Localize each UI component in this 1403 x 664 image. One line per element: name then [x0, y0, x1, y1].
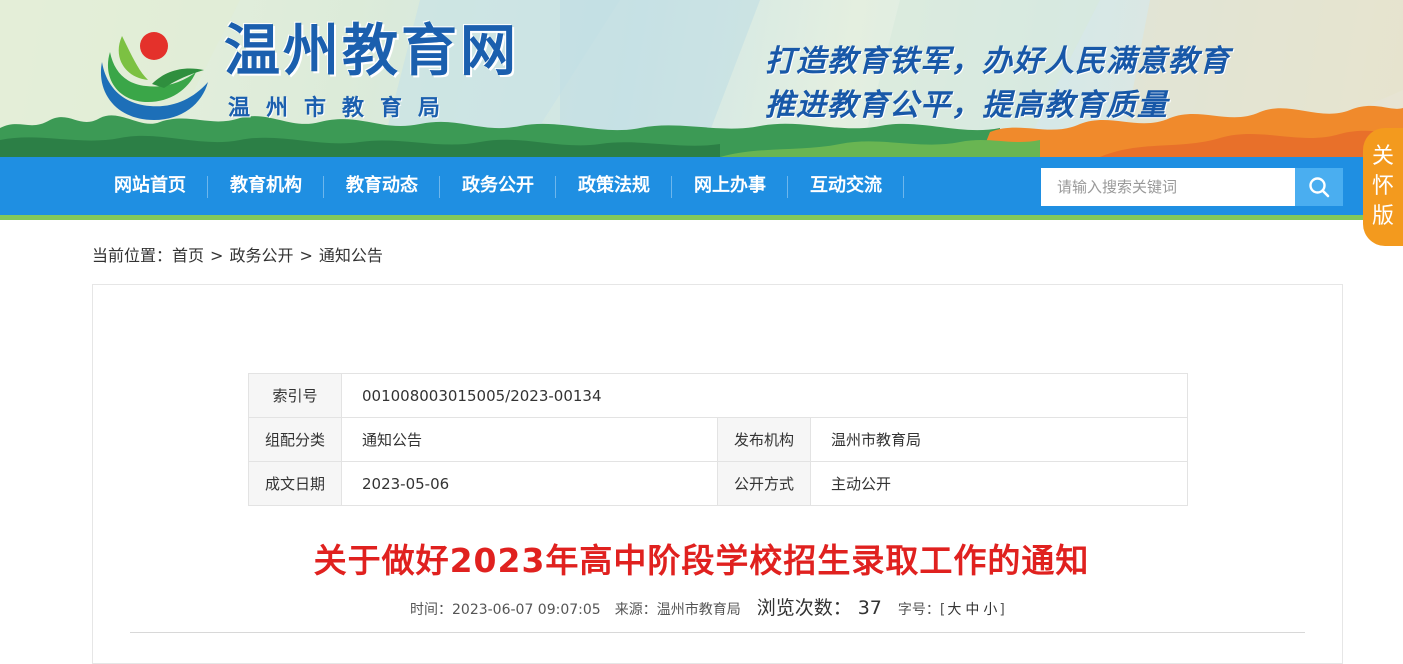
- nav-item-home[interactable]: 网站首页: [92, 157, 208, 215]
- category-label: 组配分类: [248, 417, 342, 462]
- table-row: 索引号 001008003015005/2023-00134: [248, 373, 1188, 418]
- article-title: 关于做好2023年高中阶段学校招生录取工作的通知: [313, 541, 1090, 580]
- font-size-medium-button[interactable]: 中: [965, 599, 979, 619]
- breadcrumb-home-link[interactable]: 首页: [172, 246, 204, 265]
- nav-item-government-affairs[interactable]: 政务公开: [440, 157, 556, 215]
- disclosure-method-value: 主动公开: [810, 461, 1188, 506]
- document-date-value: 2023-05-06: [341, 461, 718, 506]
- slogan-line-1: 打造教育铁军，办好人民满意教育: [765, 44, 1230, 79]
- disclosure-method-label: 公开方式: [717, 461, 811, 506]
- breadcrumb-notices-link[interactable]: 通知公告: [319, 246, 383, 265]
- font-size-small-button[interactable]: 小: [983, 599, 997, 619]
- breadcrumb-separator: >: [299, 246, 313, 265]
- article-meta: 时间： 2023-06-07 09:07:05 来源： 温州市教育局 浏览次数：…: [410, 593, 1005, 620]
- nav-item-institutions[interactable]: 教育机构: [208, 157, 324, 215]
- site-name: 温州教育网: [224, 19, 519, 84]
- divider: [130, 632, 1305, 633]
- slogan-line-2: 推进教育公平，提高教育质量: [765, 88, 1168, 123]
- views-count: 37: [857, 597, 882, 619]
- header-banner: 温州教育网 温州市教育局 打造教育铁军，办好人民满意教育 推进教育公平，提高教育…: [0, 0, 1403, 157]
- breadcrumb: 当前位置：首页 > 政务公开 > 通知公告: [92, 242, 383, 266]
- breadcrumb-prefix: 当前位置：: [92, 246, 173, 265]
- font-size-large-button[interactable]: 大: [947, 599, 961, 619]
- care-mode-button[interactable]: 关 怀 版: [1363, 128, 1403, 246]
- time-value: 2023-06-07 09:07:05: [452, 602, 601, 618]
- source-value: 温州市教育局: [656, 602, 741, 618]
- index-number-value: 001008003015005/2023-00134: [341, 373, 1188, 418]
- time-label: 时间：: [410, 602, 452, 618]
- nav-item-policies[interactable]: 政策法规: [556, 157, 672, 215]
- care-mode-char-1: 关: [1371, 144, 1394, 169]
- nav-item-interaction[interactable]: 互动交流: [788, 157, 904, 215]
- search-button[interactable]: [1295, 168, 1343, 206]
- care-mode-char-2: 怀: [1371, 174, 1394, 199]
- source-label: 来源：: [614, 602, 657, 618]
- document-info-table: 索引号 001008003015005/2023-00134 组配分类 通知公告…: [248, 373, 1188, 506]
- font-size-bracket-open: [: [939, 602, 946, 618]
- main-nav: 网站首页 教育机构 教育动态 政务公开 政策法规 网上办事 互动交流: [0, 157, 1403, 220]
- site-subtitle: 温州市教育局: [228, 96, 457, 121]
- sun-over-green-leaves-logo: [100, 32, 208, 120]
- care-mode-char-3: 版: [1371, 204, 1394, 229]
- search-input[interactable]: [1041, 168, 1295, 206]
- views-label: 浏览次数：: [756, 597, 852, 619]
- breadcrumb-separator: >: [210, 246, 224, 265]
- document-date-label: 成文日期: [248, 461, 342, 506]
- font-size-label: 字号：: [897, 602, 940, 618]
- breadcrumb-government-affairs-link[interactable]: 政务公开: [229, 246, 293, 265]
- publisher-label: 发布机构: [717, 417, 811, 462]
- index-number-label: 索引号: [248, 373, 342, 418]
- nav-menu: 网站首页 教育机构 教育动态 政务公开 政策法规 网上办事 互动交流: [92, 157, 904, 215]
- table-row: 成文日期 2023-05-06 公开方式 主动公开: [248, 461, 1188, 506]
- search-icon: [1309, 177, 1330, 198]
- font-size-bracket-close: ]: [999, 602, 1005, 618]
- table-row: 组配分类 通知公告 发布机构 温州市教育局: [248, 417, 1188, 462]
- category-value: 通知公告: [341, 417, 718, 462]
- search-box: [1041, 168, 1343, 206]
- publisher-value: 温州市教育局: [810, 417, 1188, 462]
- nav-item-online-services[interactable]: 网上办事: [672, 157, 788, 215]
- nav-item-news[interactable]: 教育动态: [324, 157, 440, 215]
